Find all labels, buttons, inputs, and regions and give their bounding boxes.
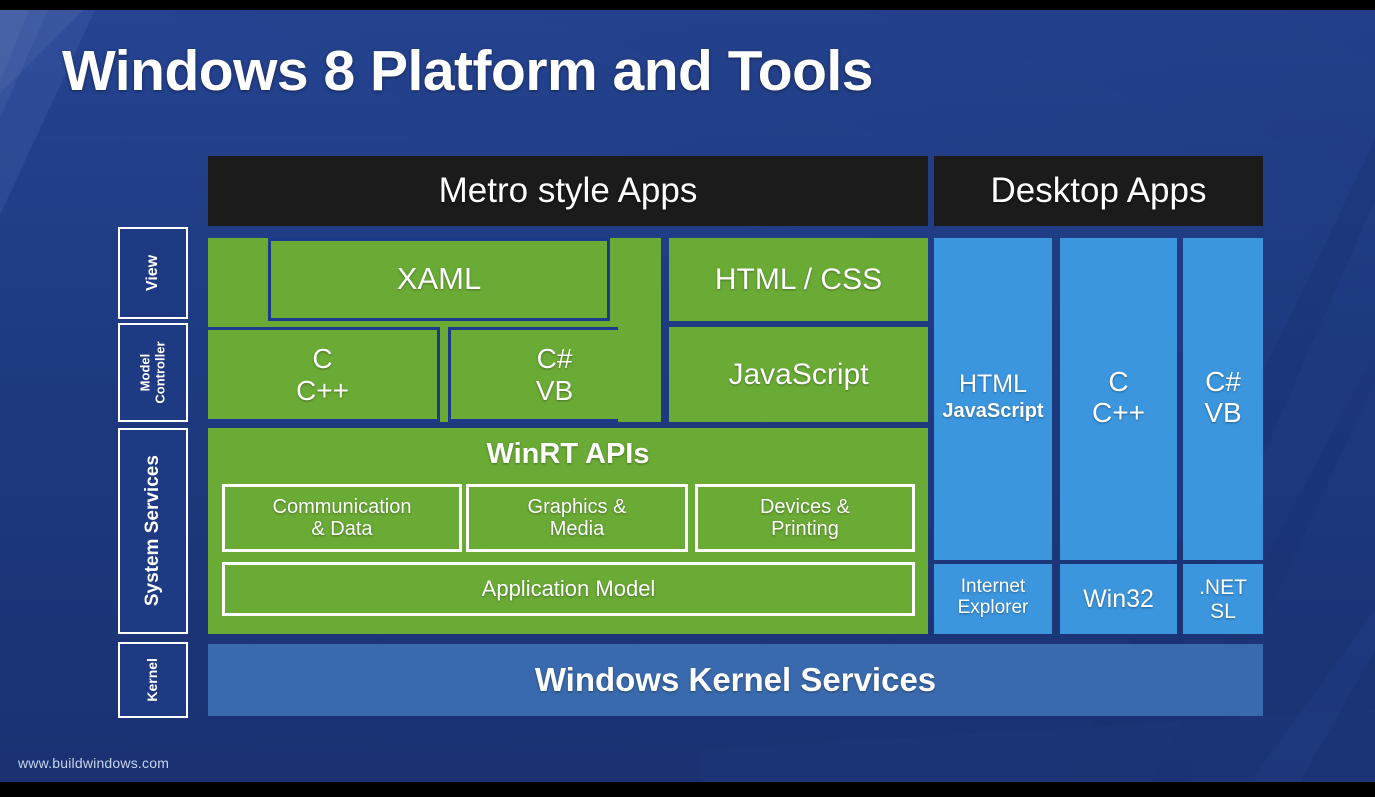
sidebar-layer-model-controller-label: Model Controller: [137, 341, 167, 404]
winrt-apis-title: WinRT APIs: [486, 438, 650, 470]
winrt-box-2-line2: Printing: [771, 518, 839, 540]
desktop-apps-header-label: Desktop Apps: [990, 171, 1207, 210]
desktop-col-1-top-line1: C: [1108, 366, 1129, 397]
desktop-col-2-top-line2: VB: [1204, 397, 1242, 429]
desktop-col-1-bottom-line1: Win32: [1083, 585, 1154, 613]
metro-connector-strip: [618, 238, 661, 422]
sidebar-layer-view-label: View: [144, 254, 162, 292]
winrt-box-0-line2: & Data: [311, 518, 373, 540]
desktop-col-0-bottom-line2: Explorer: [957, 597, 1029, 619]
metro-style-apps-header: Metro style Apps: [208, 156, 928, 226]
model-text: Model: [137, 353, 153, 392]
winrt-box-application-model[interactable]: Application Model: [222, 562, 915, 616]
desktop-col-2-bottom-line2: SL: [1210, 599, 1236, 623]
metro-xaml-box[interactable]: XAML: [268, 238, 610, 321]
desktop-apps-header: Desktop Apps: [934, 156, 1263, 226]
sidebar-layer-kernel: Kernel: [118, 642, 188, 718]
metro-javascript-box[interactable]: JavaScript: [669, 327, 928, 422]
metro-csharp-line: C#: [536, 343, 573, 375]
winrt-box-1-line2: Media: [549, 518, 605, 540]
desktop-col-2-bottom-line1: .NET: [1199, 576, 1247, 599]
winrt-box-2-line1: Devices &: [759, 495, 851, 518]
windows-kernel-services-label: Windows Kernel Services: [534, 661, 937, 698]
sidebar-layer-system-services: System Services: [118, 428, 188, 634]
winrt-box-graphics-media[interactable]: Graphics & Media: [466, 484, 688, 552]
desktop-column-c-cpp[interactable]: C C++: [1060, 238, 1177, 560]
sidebar-layer-kernel-label: Kernel: [144, 658, 161, 702]
sidebar-layer-system-services-label: System Services: [142, 455, 164, 607]
desktop-column-html-js[interactable]: HTML JavaScript: [934, 238, 1052, 560]
metro-vb-line: VB: [535, 374, 574, 406]
desktop-column-csharp-vb[interactable]: C# VB: [1183, 238, 1263, 560]
desktop-col-0-top-line2: JavaScript: [942, 400, 1044, 422]
desktop-col-0-top-line1: HTML: [958, 370, 1028, 398]
desktop-col-1-top-line2: C++: [1092, 397, 1145, 429]
footer-url: www.buildwindows.com: [18, 755, 170, 771]
winrt-box-communication-data[interactable]: Communication & Data: [222, 484, 462, 552]
winrt-box-devices-printing[interactable]: Devices & Printing: [695, 484, 915, 552]
metro-html-css-label: HTML / CSS: [714, 262, 883, 296]
desktop-footer-win32[interactable]: Win32: [1060, 564, 1177, 634]
sidebar-layer-view: View: [118, 227, 188, 319]
desktop-footer-internet-explorer[interactable]: Internet Explorer: [934, 564, 1052, 634]
metro-html-css-box[interactable]: HTML / CSS: [669, 238, 928, 321]
desktop-col-2-top-line1: C#: [1205, 366, 1241, 397]
slide-canvas: Windows 8 Platform and Tools View Model …: [0, 0, 1375, 797]
metro-c-line: C: [312, 343, 333, 375]
page-title: Windows 8 Platform and Tools: [62, 39, 873, 103]
metro-csharp-vb-label: C# VB: [536, 343, 573, 406]
metro-javascript-label: JavaScript: [728, 357, 869, 391]
winrt-apis-panel: WinRT APIs Communication & Data Graphics…: [208, 428, 928, 634]
windows-kernel-services-bar[interactable]: Windows Kernel Services: [208, 644, 1263, 716]
sidebar-layer-model-controller: Model Controller: [118, 323, 188, 422]
metro-c-cpp-label: C C++: [296, 343, 349, 406]
metro-cpp-line: C++: [296, 374, 349, 406]
desktop-footer-net-sl[interactable]: .NET SL: [1183, 564, 1263, 634]
letterbox-bottom: [0, 782, 1375, 797]
metro-xaml-label: XAML: [396, 261, 482, 297]
letterbox-top: [0, 0, 1375, 10]
desktop-col-0-bottom-line1: Internet: [960, 576, 1026, 597]
slide-background: Windows 8 Platform and Tools View Model …: [0, 10, 1375, 782]
metro-style-apps-header-label: Metro style Apps: [438, 171, 698, 210]
winrt-box-1-line1: Graphics &: [527, 495, 627, 518]
metro-c-cpp-box[interactable]: C C++: [208, 327, 440, 422]
winrt-box-0-line1: Communication: [272, 495, 412, 518]
winrt-application-model-label: Application Model: [481, 575, 656, 601]
controller-text: Controller: [152, 341, 167, 404]
